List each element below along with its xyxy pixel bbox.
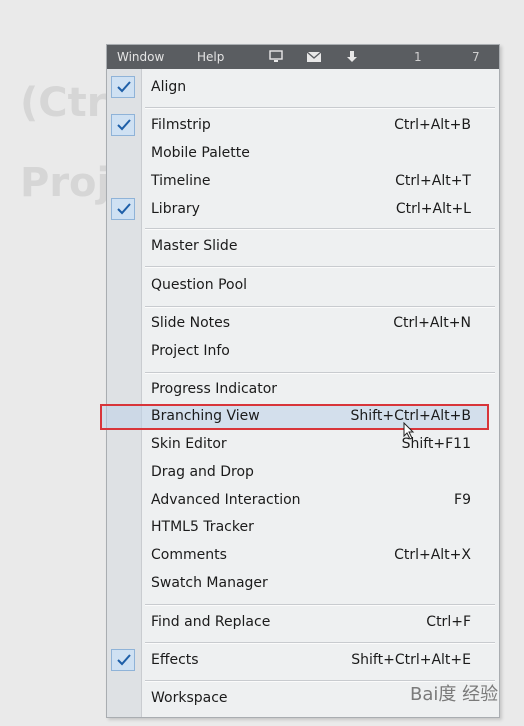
menu-item-label: HTML5 Tracker	[151, 519, 254, 535]
menu-item-shortcut: Ctrl+F	[426, 614, 471, 630]
menu-item-shortcut: Ctrl+Alt+X	[394, 547, 471, 563]
menu-item-label: Timeline	[151, 173, 211, 189]
menu-item-shortcut: Ctrl+Alt+B	[394, 117, 471, 133]
menu-help[interactable]: Help	[197, 50, 224, 64]
menu-item-label: Drag and Drop	[151, 464, 254, 480]
menu-item-label: Slide Notes	[151, 315, 231, 331]
menu-bar: Window Help 1 7	[107, 45, 499, 69]
window-menu: Window Help 1 7 Align Filmstrip Ctrl+Alt…	[100, 44, 500, 718]
download-icon[interactable]	[343, 49, 361, 65]
menubar-number-one: 1	[414, 50, 422, 64]
menu-item-swatch-manager[interactable]: Swatch Manager	[107, 571, 499, 597]
menu-item-skin-editor[interactable]: Skin Editor Shift+F11	[107, 432, 499, 458]
menu-separator	[145, 306, 495, 308]
menu-item-label: Project Info	[151, 343, 230, 359]
menu-item-master-slide[interactable]: Master Slide	[107, 234, 499, 260]
menu-separator	[145, 604, 495, 606]
menu-item-library[interactable]: Library Ctrl+Alt+L	[107, 197, 499, 223]
mouse-pointer-icon	[403, 421, 415, 444]
menu-item-branching-view[interactable]: Branching View Shift+Ctrl+Alt+B	[107, 404, 499, 430]
watermark: Bai度 经验	[410, 684, 499, 705]
checkmark-icon	[111, 198, 135, 220]
menu-item-label: Filmstrip	[151, 117, 211, 133]
menu-item-label: Library	[151, 201, 200, 217]
menu-item-effects[interactable]: Effects Shift+Ctrl+Alt+E	[107, 648, 499, 674]
menu-item-progress-indicator[interactable]: Progress Indicator	[107, 377, 499, 403]
menu-item-shortcut: Ctrl+Alt+L	[395, 201, 471, 217]
menu-item-label: Workspace	[151, 690, 228, 706]
menu-item-label: Advanced Interaction	[151, 492, 301, 508]
menu-item-label: Comments	[151, 547, 227, 563]
menu-item-label: Skin Editor	[151, 436, 227, 452]
menu-item-advanced-interaction[interactable]: Advanced Interaction F9	[107, 488, 499, 514]
checkmark-icon	[111, 76, 135, 98]
menu-item-shortcut: Ctrl+Alt+T	[395, 173, 471, 189]
menu-item-label: Mobile Palette	[151, 145, 250, 161]
menu-item-filmstrip[interactable]: Filmstrip Ctrl+Alt+B	[107, 113, 499, 139]
menu-item-mobile-palette[interactable]: Mobile Palette	[107, 141, 499, 167]
menu-item-label: Swatch Manager	[151, 575, 268, 591]
menu-item-find-and-replace[interactable]: Find and Replace Ctrl+F	[107, 610, 499, 636]
monitor-icon[interactable]	[267, 49, 285, 65]
menu-item-project-info[interactable]: Project Info	[107, 339, 499, 365]
menu-item-drag-and-drop[interactable]: Drag and Drop	[107, 460, 499, 486]
checkmark-icon	[111, 114, 135, 136]
menu-item-align[interactable]: Align	[107, 75, 499, 101]
menu-separator	[145, 372, 495, 374]
menu-separator	[145, 266, 495, 268]
menu-item-timeline[interactable]: Timeline Ctrl+Alt+T	[107, 169, 499, 195]
menu-item-question-pool[interactable]: Question Pool	[107, 273, 499, 299]
menu-separator	[145, 228, 495, 230]
menu-item-label: Question Pool	[151, 277, 248, 293]
menu-item-label: Progress Indicator	[151, 381, 278, 397]
menu-item-comments[interactable]: Comments Ctrl+Alt+X	[107, 543, 499, 569]
menu-item-label: Branching View	[151, 408, 260, 424]
menu-item-shortcut: Shift+Ctrl+Alt+E	[351, 652, 471, 668]
menu-item-label: Master Slide	[151, 238, 238, 254]
mail-icon[interactable]	[305, 49, 323, 65]
menu-item-slide-notes[interactable]: Slide Notes Ctrl+Alt+N	[107, 311, 499, 337]
menu-window[interactable]: Window	[117, 50, 164, 64]
menubar-number-seven: 7	[472, 50, 480, 64]
menu-item-label: Find and Replace	[151, 614, 271, 630]
menu-item-html5-tracker[interactable]: HTML5 Tracker	[107, 515, 499, 541]
checkmark-icon	[111, 649, 135, 671]
menu-separator	[145, 107, 495, 109]
menu-item-label: Effects	[151, 652, 199, 668]
menu-separator	[145, 642, 495, 644]
menu-item-shortcut: Ctrl+Alt+N	[393, 315, 471, 331]
menu-item-shortcut: F9	[454, 492, 471, 508]
menu-item-label: Align	[151, 79, 187, 95]
